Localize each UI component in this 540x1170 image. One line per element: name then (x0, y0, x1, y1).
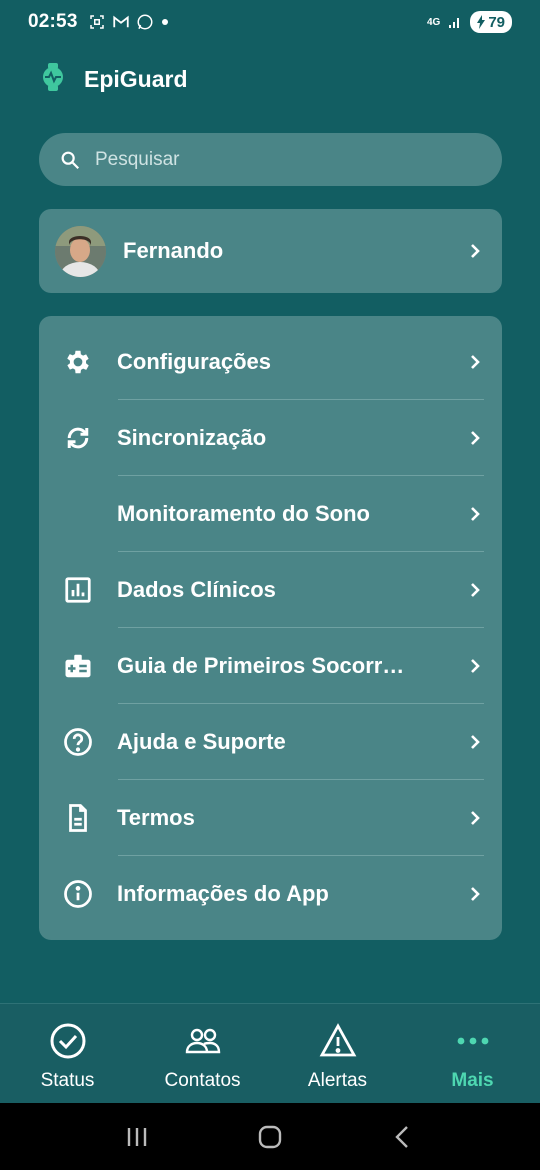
check-circle-icon (50, 1023, 85, 1059)
menu-item-label: Dados Clínicos (117, 577, 276, 602)
nav-label: Mais (451, 1070, 494, 1091)
menu-item-termos[interactable]: Termos (39, 780, 502, 856)
menu-item-informacoes-app[interactable]: Informações do App (39, 856, 502, 932)
chevron-right-icon (466, 809, 484, 827)
menu-item-configuracoes[interactable]: Configurações (39, 324, 502, 400)
watch-logo-icon (40, 62, 66, 97)
status-time: 02:53 (28, 11, 78, 32)
people-icon (185, 1028, 220, 1054)
search-icon (61, 151, 80, 169)
screenshot-icon (89, 15, 104, 29)
notification-icons (88, 13, 154, 31)
menu-item-label: Sincronização (117, 425, 267, 450)
settings-menu: Configurações Sincronização Monitorament… (39, 316, 502, 940)
menu-item-label: Ajuda e Suporte (117, 729, 286, 754)
menu-item-label: Monitoramento do Sono (117, 501, 370, 526)
gear-icon (61, 345, 95, 379)
status-bar: 02:53 4G 79 (0, 0, 540, 44)
menu-item-label: Configurações (117, 349, 272, 374)
menu-item-sincronizacao[interactable]: Sincronização (39, 400, 502, 476)
nav-label: Contatos (164, 1070, 241, 1091)
chevron-right-icon (466, 657, 484, 675)
more-dots-icon (457, 1037, 488, 1045)
nav-contatos[interactable]: Contatos (135, 1004, 270, 1103)
bar-chart-icon (61, 573, 95, 607)
chevron-right-icon (466, 242, 484, 260)
menu-item-dados-clinicos[interactable]: Dados Clínicos (39, 552, 502, 628)
chevron-right-icon (466, 733, 484, 751)
nav-label: Alertas (307, 1070, 368, 1091)
profile-name: Fernando (123, 238, 224, 263)
search-bar[interactable] (39, 133, 502, 186)
menu-item-ajuda-suporte[interactable]: Ajuda e Suporte (39, 704, 502, 780)
first-aid-icon (61, 649, 95, 683)
chevron-right-icon (466, 581, 484, 599)
nav-status[interactable]: Status (0, 1004, 135, 1103)
nav-mais[interactable]: Mais (405, 1004, 540, 1103)
back-icon[interactable] (390, 1124, 416, 1150)
menu-item-monitoramento-sono[interactable]: Monitoramento do Sono (39, 476, 502, 552)
search-input[interactable] (95, 148, 475, 171)
help-icon (61, 725, 95, 759)
nav-alertas[interactable]: Alertas (270, 1004, 405, 1103)
nav-label: Status (40, 1070, 95, 1091)
app-title: EpiGuard (84, 66, 188, 92)
menu-item-label: Termos (117, 805, 195, 830)
moon-icon (61, 497, 95, 531)
chevron-right-icon (466, 353, 484, 371)
chevron-right-icon (466, 505, 484, 523)
bottom-nav: Status Contatos Alertas Mais (0, 1003, 540, 1103)
signal-icon (449, 18, 460, 28)
notification-dot (161, 19, 168, 25)
recent-apps-icon[interactable] (124, 1124, 150, 1150)
sync-icon (61, 421, 95, 455)
gmail-icon (112, 15, 129, 28)
home-icon[interactable] (257, 1124, 283, 1150)
document-icon (61, 801, 95, 835)
profile-card[interactable]: Fernando (39, 209, 502, 293)
system-nav-bar (0, 1103, 540, 1170)
menu-item-primeiros-socorros[interactable]: Guia de Primeiros Socorr… (39, 628, 502, 704)
chevron-right-icon (466, 885, 484, 903)
chevron-right-icon (466, 429, 484, 447)
warning-icon (319, 1023, 356, 1057)
avatar (55, 225, 106, 277)
menu-item-label: Guia de Primeiros Socorr… (117, 653, 405, 678)
menu-item-label: Informações do App (117, 881, 329, 906)
network-label: 4G (426, 16, 441, 28)
app-header: EpiGuard (40, 62, 188, 97)
battery-level: 79 (488, 13, 505, 31)
whatsapp-icon (137, 14, 153, 30)
info-icon (61, 877, 95, 911)
charging-icon (477, 15, 486, 29)
battery-indicator: 79 (470, 11, 512, 33)
